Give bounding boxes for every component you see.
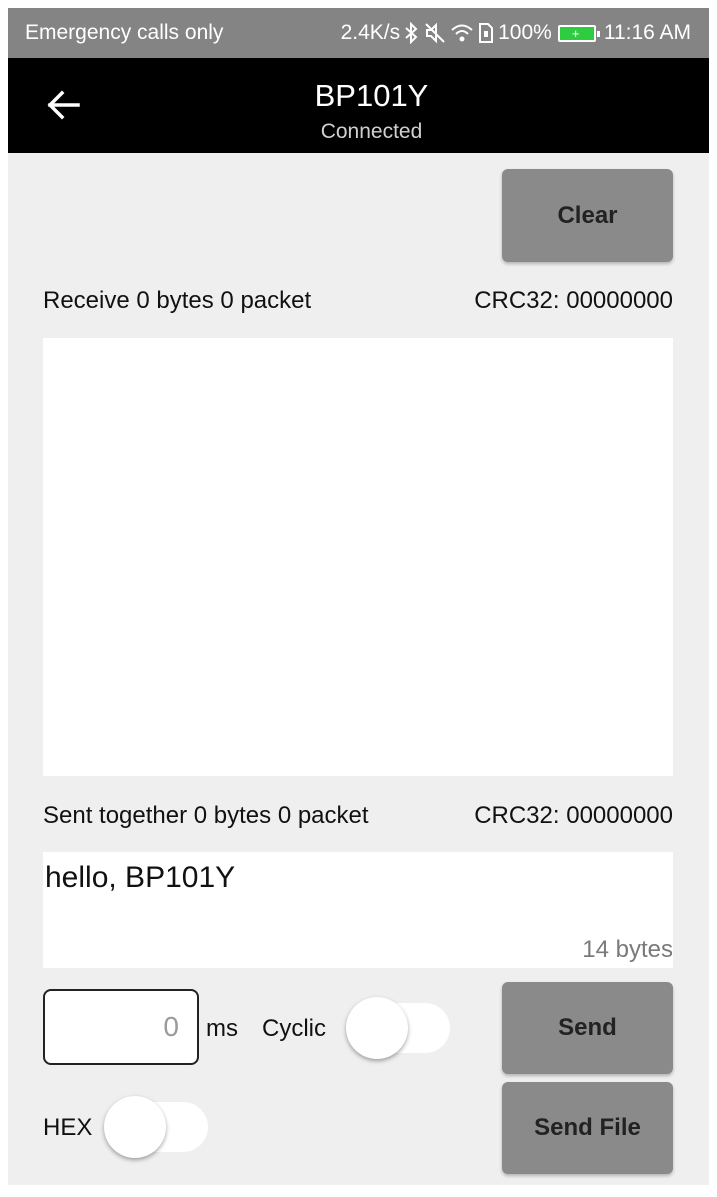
cyclic-toggle[interactable] bbox=[346, 997, 452, 1059]
sent-crc-label: CRC32: 00000000 bbox=[474, 802, 673, 829]
bluetooth-icon bbox=[404, 8, 420, 58]
send-byte-count: 14 bytes bbox=[582, 936, 673, 963]
sim-icon bbox=[478, 8, 494, 58]
mute-icon bbox=[424, 8, 446, 58]
app-screen: Emergency calls only 2.4K/s 100% + 11:16… bbox=[8, 8, 709, 1185]
clock: 11:16 AM bbox=[603, 21, 691, 44]
receive-crc-label: CRC32: 00000000 bbox=[474, 287, 673, 314]
interval-ms-input[interactable]: 0 bbox=[43, 989, 199, 1065]
sent-stats-label: Sent together 0 bytes 0 packet bbox=[43, 802, 369, 829]
wifi-icon bbox=[450, 8, 474, 58]
receive-stats-label: Receive 0 bytes 0 packet bbox=[43, 287, 312, 314]
ms-unit-label: ms bbox=[206, 1015, 238, 1042]
send-button[interactable]: Send bbox=[502, 982, 673, 1074]
battery-icon: + bbox=[557, 24, 600, 42]
hex-label: HEX bbox=[43, 1114, 93, 1141]
app-bar: BP101Y Connected bbox=[8, 58, 709, 153]
send-file-button[interactable]: Send File bbox=[502, 1082, 673, 1174]
cyclic-label: Cyclic bbox=[262, 1015, 326, 1042]
battery-percent: 100% bbox=[498, 21, 552, 44]
send-input-area[interactable]: hello, BP101Y 14 bytes bbox=[43, 852, 673, 968]
carrier-status: Emergency calls only bbox=[25, 21, 224, 44]
cyclic-toggle-thumb bbox=[346, 997, 408, 1059]
hex-toggle-thumb bbox=[104, 1096, 166, 1158]
status-icons: 2.4K/s 100% + 11:16 AM bbox=[341, 8, 691, 58]
status-bar: Emergency calls only 2.4K/s 100% + 11:16… bbox=[8, 8, 709, 58]
device-name-title: BP101Y bbox=[314, 78, 429, 113]
clear-button[interactable]: Clear bbox=[502, 169, 673, 262]
hex-toggle[interactable] bbox=[104, 1096, 210, 1158]
connection-status: Connected bbox=[320, 120, 423, 143]
network-speed: 2.4K/s bbox=[340, 21, 401, 44]
send-input-text[interactable]: hello, BP101Y bbox=[45, 860, 235, 896]
receive-output-area[interactable] bbox=[43, 338, 673, 776]
device-frame: Emergency calls only 2.4K/s 100% + 11:16… bbox=[0, 0, 717, 1197]
